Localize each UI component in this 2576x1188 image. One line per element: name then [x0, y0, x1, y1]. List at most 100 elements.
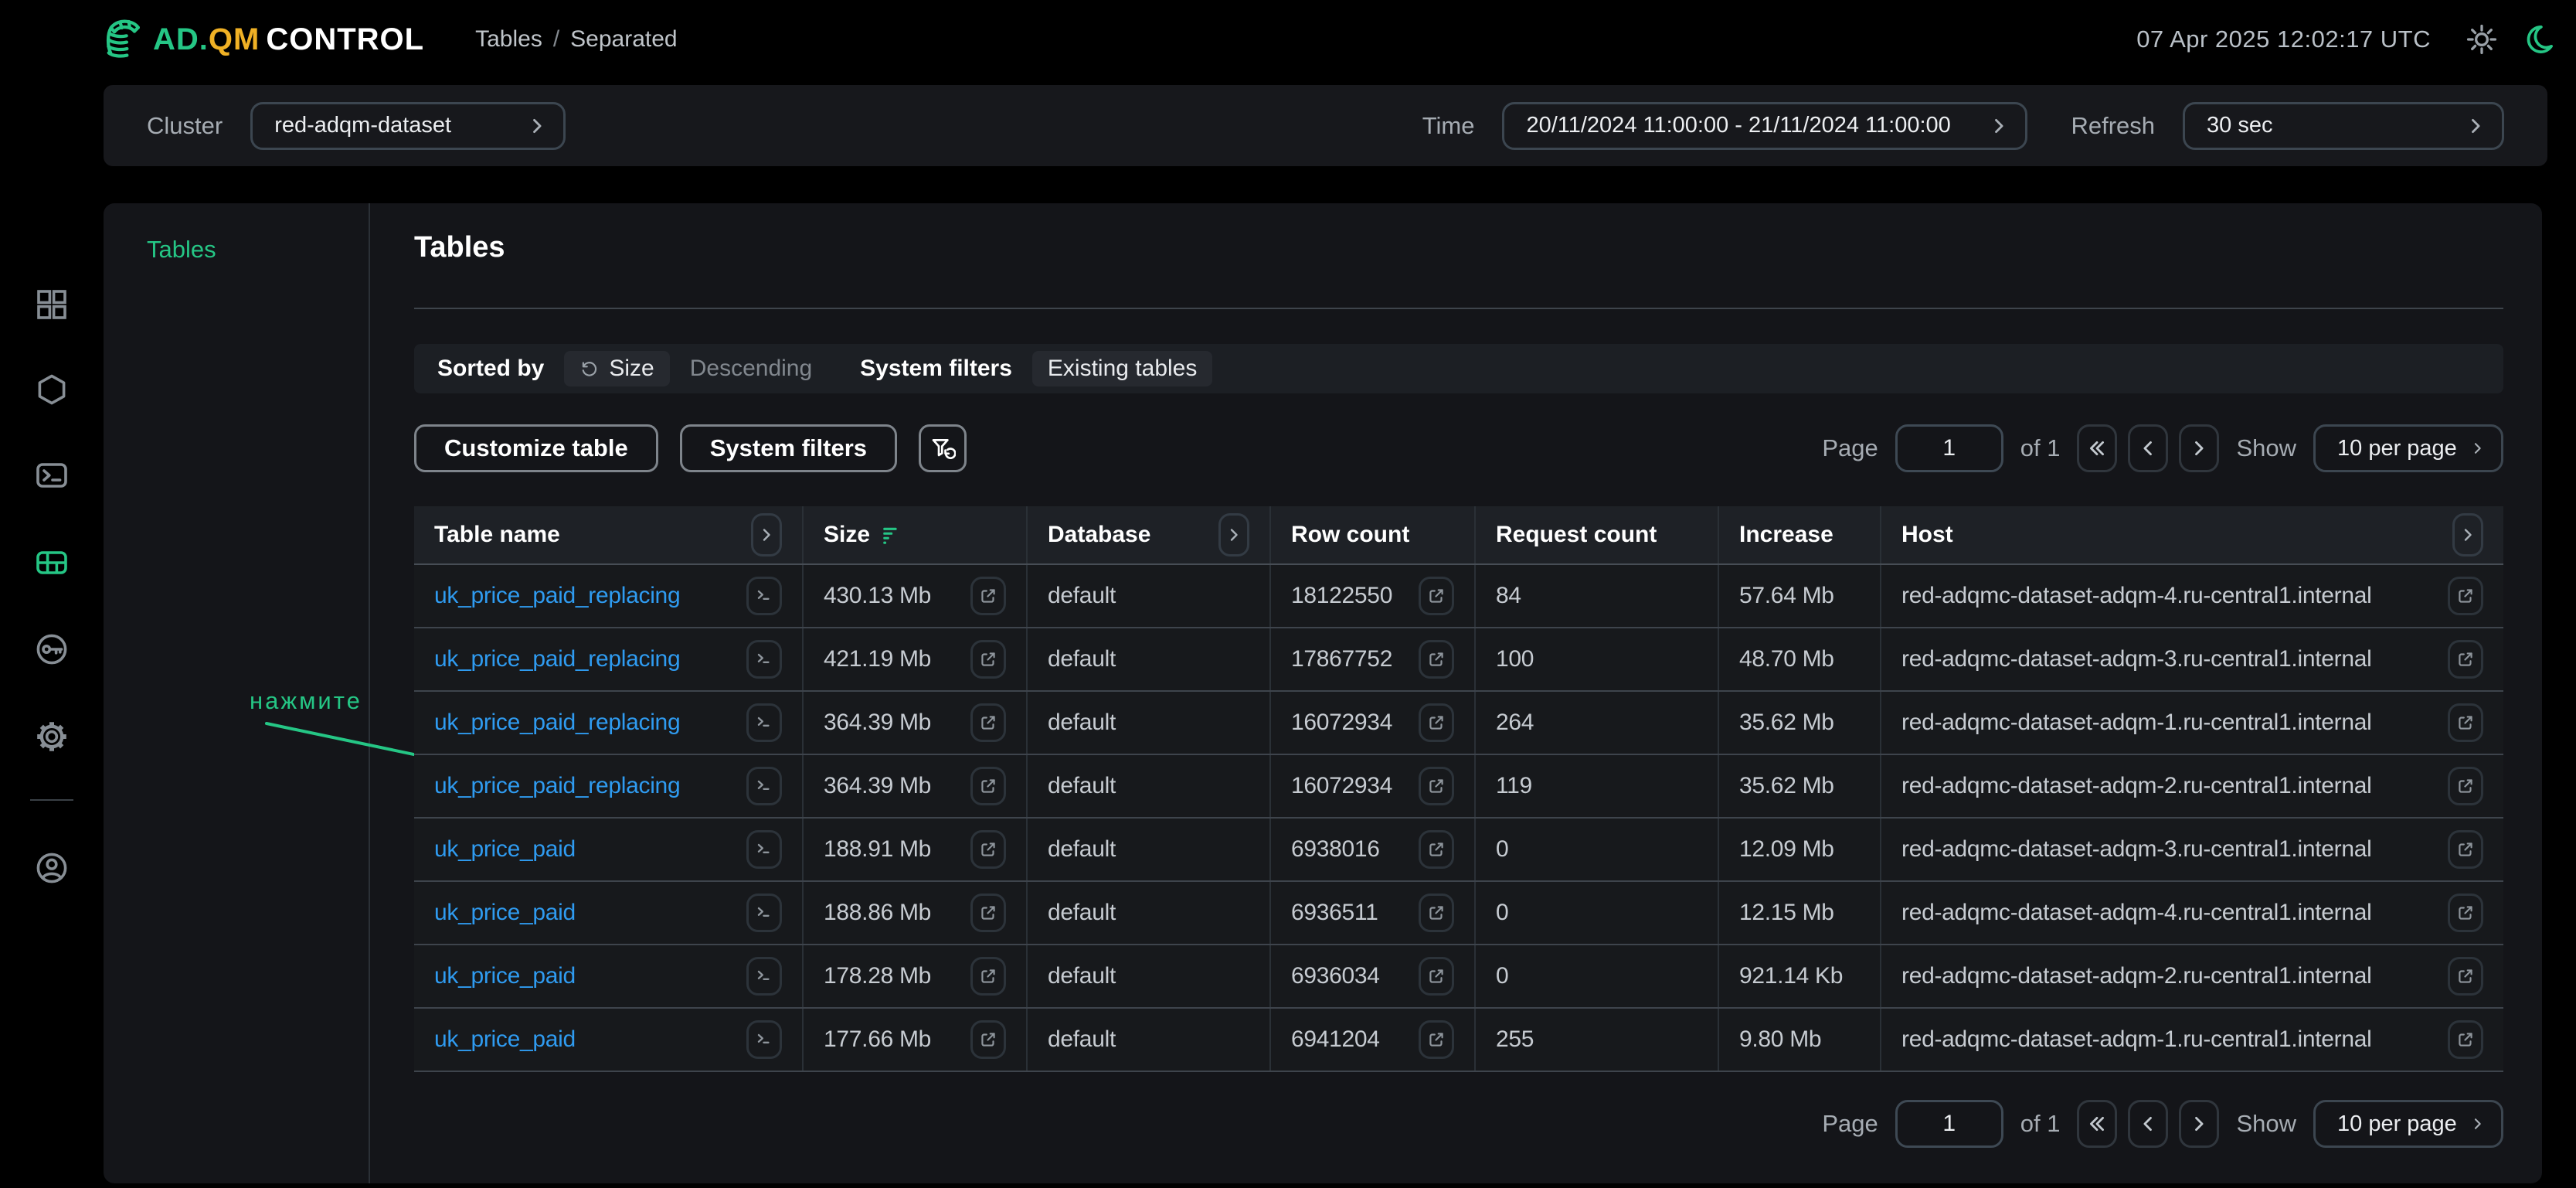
sidebar-item-console[interactable]	[33, 457, 70, 494]
table-name-filter-button[interactable]	[751, 513, 782, 557]
cluster-select[interactable]: red-adqm-dataset	[250, 102, 566, 150]
per-page-select[interactable]: 10 per page	[2313, 1100, 2503, 1148]
sidebar-item-access-keys[interactable]	[33, 631, 70, 668]
cell-table-name: uk_price_paid	[414, 1009, 804, 1071]
open-terminal-button[interactable]	[746, 577, 782, 615]
row-count-details-button[interactable]	[1419, 577, 1454, 615]
cell-row-count: 6938016	[1271, 819, 1476, 880]
cell-database: default	[1028, 1009, 1271, 1071]
sidebar-item-account[interactable]	[33, 849, 70, 887]
refresh-interval-select[interactable]: 30 sec	[2183, 102, 2504, 150]
size-details-button[interactable]	[970, 894, 1006, 932]
host-details-button[interactable]	[2448, 703, 2483, 742]
system-filters-chip[interactable]: Existing tables	[1032, 351, 1212, 386]
col-header-table-name: Table name	[414, 506, 804, 563]
time-range-select[interactable]: 20/11/2024 11:00:00 - 21/11/2024 11:00:0…	[1502, 102, 2027, 150]
table-name-link[interactable]: uk_price_paid_replacing	[434, 710, 680, 736]
first-page-button[interactable]	[2077, 424, 2117, 472]
page-number-input[interactable]	[1895, 1100, 2003, 1148]
size-details-button[interactable]	[970, 1020, 1006, 1059]
prev-page-button[interactable]	[2128, 1100, 2168, 1148]
size-details-button[interactable]	[970, 957, 1006, 996]
cell-host: red-adqmc-dataset-adqm-2.ru-central1.int…	[1881, 945, 2503, 1007]
per-page-value: 10 per page	[2337, 436, 2457, 461]
external-link-icon	[1426, 966, 1446, 986]
host-details-button[interactable]	[2448, 894, 2483, 932]
open-terminal-button[interactable]	[746, 1020, 782, 1059]
host-details-button[interactable]	[2448, 640, 2483, 679]
row-count-details-button[interactable]	[1419, 957, 1454, 996]
first-page-button[interactable]	[2077, 1100, 2117, 1148]
host-details-button[interactable]	[2448, 577, 2483, 615]
breadcrumb-section[interactable]: Tables	[475, 26, 542, 53]
customize-table-button[interactable]: Customize table	[414, 424, 658, 472]
row-count-details-button[interactable]	[1419, 640, 1454, 679]
host-details-button[interactable]	[2448, 957, 2483, 996]
cell-row-count: 6936034	[1271, 945, 1476, 1007]
cell-request-count: 119	[1476, 755, 1719, 817]
open-terminal-button[interactable]	[746, 767, 782, 805]
open-terminal-button[interactable]	[746, 703, 782, 742]
cell-size: 430.13 Mb	[804, 565, 1028, 627]
table-name-link[interactable]: uk_price_paid	[434, 900, 576, 926]
sort-field-chip[interactable]: Size	[564, 351, 669, 386]
sidebar-item-tables-link[interactable]: Tables	[147, 236, 216, 264]
open-terminal-button[interactable]	[746, 640, 782, 679]
row-count-details-button[interactable]	[1419, 703, 1454, 742]
row-count-details-button[interactable]	[1419, 767, 1454, 805]
size-details-button[interactable]	[970, 640, 1006, 679]
open-terminal-button[interactable]	[746, 894, 782, 932]
external-link-icon	[2455, 966, 2476, 986]
light-theme-sun-icon[interactable]	[2465, 22, 2499, 56]
host-details-button[interactable]	[2448, 1020, 2483, 1059]
row-count-details-button[interactable]	[1419, 1020, 1454, 1059]
external-link-icon	[978, 1030, 998, 1050]
system-filters-button[interactable]: System filters	[680, 424, 897, 472]
refresh-label: Refresh	[2071, 112, 2155, 140]
open-terminal-button[interactable]	[746, 957, 782, 996]
sidebar-item-tables[interactable]	[33, 544, 70, 581]
cell-increase: 12.09 Mb	[1719, 819, 1881, 880]
row-count-details-button[interactable]	[1419, 830, 1454, 869]
table-name-link[interactable]: uk_price_paid	[434, 1026, 576, 1053]
next-page-button[interactable]	[2179, 424, 2219, 472]
database-filter-button[interactable]	[1218, 513, 1249, 557]
cluster-label: Cluster	[147, 112, 223, 140]
dark-theme-moon-icon[interactable]	[2522, 22, 2556, 56]
row-count-details-button[interactable]	[1419, 894, 1454, 932]
breadcrumb-page[interactable]: Separated	[570, 26, 677, 53]
title-divider	[414, 308, 2503, 309]
host-filter-button[interactable]	[2452, 513, 2483, 557]
next-page-button[interactable]	[2179, 1100, 2219, 1148]
sidebar-item-nodes[interactable]	[33, 371, 70, 408]
table-name-link[interactable]: uk_price_paid	[434, 963, 576, 989]
refresh-interval-value: 30 sec	[2207, 113, 2272, 138]
cell-database: default	[1028, 755, 1271, 817]
app-logo[interactable]: AD.QMCONTROL	[104, 17, 424, 62]
external-link-icon	[2455, 839, 2476, 860]
prev-page-button[interactable]	[2128, 424, 2168, 472]
size-details-button[interactable]	[970, 703, 1006, 742]
table-name-link[interactable]: uk_price_paid	[434, 836, 576, 863]
size-details-button[interactable]	[970, 577, 1006, 615]
open-terminal-button[interactable]	[746, 830, 782, 869]
host-details-button[interactable]	[2448, 767, 2483, 805]
reset-filters-button[interactable]	[919, 424, 967, 472]
table-name-link[interactable]: uk_price_paid_replacing	[434, 583, 680, 609]
host-details-button[interactable]	[2448, 830, 2483, 869]
size-details-button[interactable]	[970, 767, 1006, 805]
utc-clock: 07 Apr 2025 12:02:17 UTC	[2136, 26, 2431, 53]
sidebar-item-settings[interactable]	[33, 718, 70, 755]
sidebar-item-dashboard[interactable]	[33, 286, 70, 323]
terminal-icon	[754, 1030, 774, 1050]
table-name-link[interactable]: uk_price_paid_replacing	[434, 646, 680, 672]
table-row: uk_price_paid_replacing 364.39 Mb defaul…	[414, 755, 2503, 819]
table-body: uk_price_paid_replacing 430.13 Mb defaul…	[414, 565, 2503, 1072]
page-number-input[interactable]	[1895, 424, 2003, 472]
cell-host: red-adqmc-dataset-adqm-3.ru-central1.int…	[1881, 628, 2503, 690]
sort-descending-icon[interactable]	[881, 525, 901, 545]
table-name-link[interactable]: uk_price_paid_replacing	[434, 773, 680, 799]
cell-row-count: 16072934	[1271, 755, 1476, 817]
per-page-select[interactable]: 10 per page	[2313, 424, 2503, 472]
size-details-button[interactable]	[970, 830, 1006, 869]
